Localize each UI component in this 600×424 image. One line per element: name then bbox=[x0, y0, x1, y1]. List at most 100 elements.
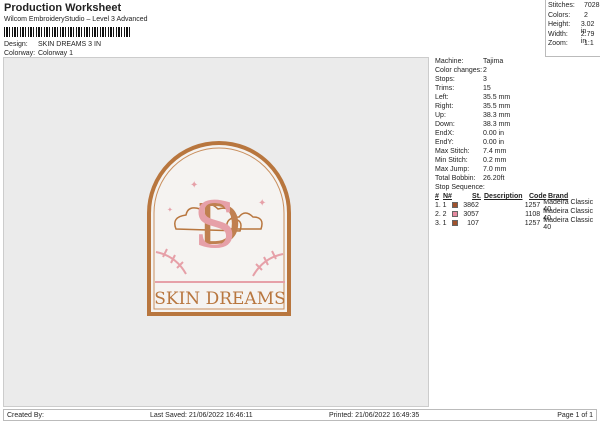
colorway-value: Colorway 1 bbox=[38, 50, 74, 57]
row-index: 1. bbox=[435, 202, 441, 209]
stitch-count: 107 bbox=[467, 220, 479, 227]
info-label: Down: bbox=[435, 121, 455, 128]
info-label: EndY: bbox=[435, 139, 454, 146]
colorway-field: Colorway: Colorway 1 bbox=[4, 50, 73, 57]
info-row: Max Stitch: 7.4 mm bbox=[435, 148, 600, 157]
info-label: Colors: bbox=[548, 11, 571, 19]
info-value: 3 bbox=[483, 76, 487, 83]
page-title: Production Worksheet bbox=[4, 2, 122, 14]
info-label: Machine: bbox=[435, 58, 464, 65]
info-value: 35.5 mm bbox=[483, 94, 511, 101]
info-label: Max Jump: bbox=[435, 166, 470, 173]
info-value: 2 bbox=[483, 67, 487, 74]
info-label: Zoom: bbox=[548, 40, 568, 47]
info-label: Stitches: bbox=[548, 2, 575, 9]
thread-code: 1257 bbox=[524, 202, 541, 209]
info-panel: Machine: Tajima Color changes: 2 Stops: 3 Trim… bbox=[432, 58, 600, 231]
col-header: # bbox=[435, 193, 439, 200]
info-row: EndX: 0.00 in bbox=[435, 130, 600, 139]
info-row: Right: 35.5 mm bbox=[435, 103, 600, 112]
info-row: Stitches: 7028 bbox=[548, 2, 600, 12]
info-value: 1:1 bbox=[584, 40, 594, 47]
design-field: Design: SKIN DREAMS 3 IN bbox=[4, 41, 101, 48]
info-label: Right: bbox=[435, 103, 454, 110]
sparkle-icon: ✦ bbox=[258, 198, 266, 209]
thread-brand: Madeira Classic 40 bbox=[543, 216, 594, 231]
software-name: Wilcom EmbroideryStudio – Level 3 Advanc… bbox=[4, 16, 148, 23]
info-row: Height: 3.02 in bbox=[548, 21, 600, 35]
created-by: Created By: bbox=[7, 411, 44, 419]
needle-number: 1 bbox=[442, 202, 447, 209]
design-text: SKIN DREAMS bbox=[154, 289, 286, 309]
color-swatch bbox=[452, 201, 459, 208]
info-label: Up: bbox=[435, 112, 446, 119]
info-label: Trims: bbox=[435, 85, 455, 92]
stop-sequence-table: # N# St. Description Code Brand 1. 1 3862 1… bbox=[435, 192, 600, 231]
last-saved: Last Saved: 21/06/2022 16:46:11 bbox=[150, 411, 253, 419]
sparkle-icon: ✦ bbox=[190, 180, 198, 191]
info-row: Trims: 15 bbox=[435, 85, 600, 94]
info-row: Width: 2.79 in bbox=[548, 30, 600, 45]
info-label: Left: bbox=[435, 94, 449, 101]
info-label: Total Bobbin: bbox=[435, 175, 476, 182]
info-label: Stops: bbox=[435, 76, 455, 83]
color-swatch bbox=[452, 219, 459, 226]
info-label: Height: bbox=[548, 21, 571, 28]
monogram-s: S bbox=[193, 189, 237, 263]
info-value: 7028 bbox=[584, 2, 600, 9]
needle-number: 2 bbox=[442, 211, 447, 218]
info-row: Down: 38.3 mm bbox=[435, 121, 600, 130]
info-label: Color changes: bbox=[435, 67, 483, 74]
info-row: Color changes: 2 bbox=[435, 67, 600, 76]
thread-code: 1108 bbox=[525, 211, 541, 218]
embroidery-design: D S ✦ ✦ ✦ SKIN DREAMS bbox=[147, 141, 291, 316]
colorway-label: Colorway: bbox=[4, 50, 36, 57]
info-row: Up: 38.3 mm bbox=[435, 112, 600, 121]
stitch-count: 3862 bbox=[463, 202, 479, 209]
info-value: 38.3 mm bbox=[483, 112, 511, 119]
info-label: Width: bbox=[548, 30, 568, 38]
design-label: Design: bbox=[4, 41, 28, 48]
col-header: N# bbox=[443, 193, 452, 200]
info-value: 0.2 mm bbox=[483, 157, 507, 164]
info-value: 0.00 in bbox=[483, 130, 505, 137]
design-value: SKIN DREAMS 3 IN bbox=[38, 41, 102, 48]
barcode bbox=[4, 27, 132, 37]
info-label: EndX: bbox=[435, 130, 455, 137]
thread-code: 1257 bbox=[524, 220, 541, 227]
stitch-count: 3057 bbox=[463, 211, 479, 218]
info-value: 7.4 mm bbox=[483, 148, 507, 155]
info-value: 35.5 mm bbox=[483, 103, 511, 110]
needle-number: 1 bbox=[442, 220, 447, 227]
info-row: Left: 35.5 mm bbox=[435, 94, 600, 103]
info-value: Tajima bbox=[483, 58, 504, 65]
info-value: 15 bbox=[483, 85, 491, 92]
info-value: 7.0 mm bbox=[483, 166, 507, 173]
sparkle-icon: ✦ bbox=[167, 206, 173, 214]
info-value: 2 bbox=[584, 11, 588, 19]
table-row: 3. 1 107 1257 Madeira Classic 40 bbox=[435, 216, 600, 231]
info-value: 0.00 in bbox=[483, 139, 505, 146]
info-row: Max Jump: 7.0 mm bbox=[435, 166, 600, 175]
info-value: 26.20ft bbox=[483, 175, 505, 182]
info-row: Colors: 2 bbox=[548, 12, 600, 22]
footer: Created By: Last Saved: 21/06/2022 16:46… bbox=[3, 409, 597, 421]
info-value: 3.02 in bbox=[580, 21, 595, 35]
info-row: Min Stitch: 0.2 mm bbox=[435, 157, 600, 166]
info-row: Zoom: 1:1 bbox=[548, 40, 600, 50]
col-header: Description bbox=[484, 193, 523, 200]
page-number: Page 1 of 1 bbox=[557, 411, 593, 419]
color-swatch bbox=[452, 210, 459, 217]
printed-date: Printed: 21/06/2022 16:49:35 bbox=[329, 411, 420, 419]
info-label: Max Stitch: bbox=[435, 148, 470, 155]
info-row: Stops: 3 bbox=[435, 76, 600, 85]
stop-sequence-label: Stop Sequence: bbox=[435, 184, 485, 191]
row-index: 3. bbox=[435, 220, 441, 227]
info-row: EndY: 0.00 in bbox=[435, 139, 600, 148]
design-preview: D S ✦ ✦ ✦ SKIN DREAMS bbox=[3, 57, 429, 407]
info-value: 2.79 in bbox=[580, 30, 595, 45]
info-row: Total Bobbin: 26.20ft bbox=[435, 175, 600, 184]
col-header: St. bbox=[472, 193, 481, 200]
summary-box: Stitches: 7028 Colors: 2 Height: 3.02 in Width… bbox=[545, 0, 600, 57]
info-value: 38.3 mm bbox=[483, 121, 511, 128]
